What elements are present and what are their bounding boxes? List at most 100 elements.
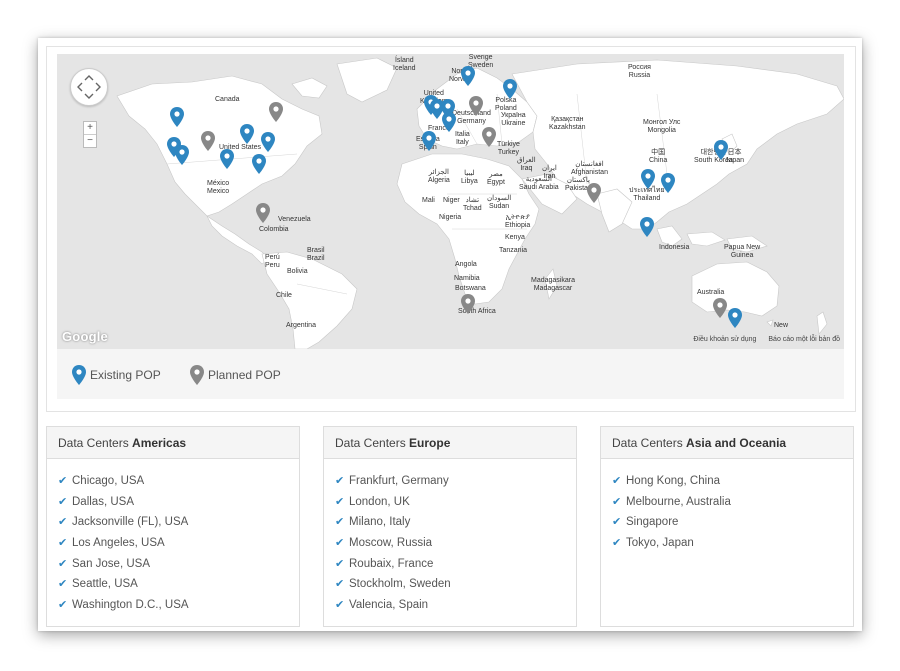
checkmark-icon: ✔	[58, 598, 68, 611]
datacenter-list-item: ✔ Seattle, USA	[58, 574, 299, 595]
existing-pop-marker-icon[interactable]	[728, 308, 742, 328]
datacenter-location: Moscow, Russia	[349, 537, 433, 550]
map-label-native: السعودية	[525, 176, 552, 183]
checkmark-icon: ✔	[612, 475, 622, 488]
map-label-native: ኢትዮጵያ	[505, 214, 530, 221]
existing-pop-marker-icon[interactable]	[175, 145, 189, 165]
planned-pop-pin-icon	[190, 365, 204, 385]
map-label-native: ليبيا	[464, 170, 475, 177]
zoom-out-button[interactable]: −	[84, 135, 96, 147]
map-label-english: Iceland	[393, 65, 416, 72]
map-pan-control[interactable]	[70, 68, 108, 106]
map-label-native: Papua New	[724, 244, 761, 251]
map-legend: Existing POP Planned POP	[57, 349, 844, 399]
planned-pop-marker-icon[interactable]	[713, 298, 727, 318]
google-logo[interactable]: Google	[62, 329, 108, 344]
planned-pop-marker-icon[interactable]	[587, 183, 601, 203]
map-country-label: Indonesia	[659, 244, 689, 252]
map-country-label: Colombia	[259, 226, 289, 234]
datacenter-location: Seattle, USA	[72, 578, 138, 591]
existing-pop-marker-icon[interactable]	[461, 66, 475, 86]
datacenter-list-item: ✔ Tokyo, Japan	[612, 533, 853, 554]
planned-pop-marker-icon[interactable]	[482, 127, 496, 147]
map-country-label: México Mexico	[207, 180, 229, 196]
existing-pop-marker-icon[interactable]	[661, 173, 675, 193]
panel-title-prefix: Data Centers	[58, 436, 133, 450]
existing-pop-marker-icon[interactable]	[261, 132, 275, 152]
planned-pop-marker-icon[interactable]	[256, 203, 270, 223]
planned-pop-marker-icon[interactable]	[201, 131, 215, 151]
planned-pop-marker-icon[interactable]	[461, 294, 475, 314]
planned-pop-marker-icon[interactable]	[469, 96, 483, 116]
existing-pop-marker-icon[interactable]	[714, 140, 728, 160]
datacenters-americas-panel: Data Centers Americas ✔ Chicago, USA ✔ Dall…	[46, 426, 300, 627]
panel-title-region: Europe	[409, 436, 451, 450]
panel-title-prefix: Data Centers	[335, 436, 410, 450]
map-country-label: الجزائر Algeria	[428, 169, 450, 185]
map-country-label: Türkiye Turkey	[497, 141, 520, 157]
datacenters-americas-title: Data Centers Americas	[47, 427, 299, 459]
existing-pop-pin-icon	[72, 365, 86, 385]
map-label-native: Bolivia	[287, 268, 308, 275]
map-country-label: Italia Italy	[455, 131, 470, 147]
map-label-english: Madagascar	[533, 285, 573, 292]
map-label-english: Brazil	[307, 255, 325, 262]
pan-arrows-icon[interactable]	[71, 69, 107, 105]
map-country-label: Canada	[215, 96, 240, 104]
panel-title-region: Americas	[132, 436, 187, 450]
map-label-native: Ísland	[394, 57, 414, 64]
map-label-english: Ethiopia	[505, 222, 531, 229]
datacenter-list-item: ✔ Valencia, Spain	[335, 595, 576, 616]
map-report-error-link[interactable]: Báo cáo một lỗi bản đồ	[768, 336, 840, 343]
datacenter-location: Chicago, USA	[72, 475, 145, 488]
map-label-english: Algeria	[428, 177, 450, 184]
datacenter-location: Stockholm, Sweden	[349, 578, 451, 591]
map-country-label: Australia	[697, 289, 724, 297]
map-label-native: Argentina	[286, 322, 316, 329]
existing-pop-marker-icon[interactable]	[240, 124, 254, 144]
map-label-native: Indonesia	[659, 244, 690, 251]
map-label-native: افغانستان	[575, 161, 604, 168]
datacenter-location: Hong Kong, China	[626, 475, 720, 488]
map-label-native: Canada	[215, 96, 240, 103]
map-country-label: Kenya	[505, 234, 525, 242]
map-country-label: Tanzania	[499, 247, 527, 255]
datacenter-list-item: ✔ Washington D.C., USA	[58, 595, 299, 616]
datacenter-list-item: ✔ Hong Kong, China	[612, 471, 853, 492]
datacenter-location: Singapore	[626, 516, 679, 529]
map-label-native: العراق	[517, 157, 536, 164]
existing-pop-marker-icon[interactable]	[640, 217, 654, 237]
datacenter-list-item: ✔ Dallas, USA	[58, 492, 299, 513]
datacenter-list-item: ✔ London, UK	[335, 492, 576, 513]
map-country-label: Nigeria	[439, 214, 461, 222]
datacenter-location: Tokyo, Japan	[626, 537, 694, 550]
map-terms-link[interactable]: Điều khoản sử dụng	[693, 336, 756, 343]
map-label-english: Germany	[457, 118, 486, 125]
map-label-native: مصر	[489, 171, 503, 178]
datacenter-list-item: ✔ Moscow, Russia	[335, 533, 576, 554]
checkmark-icon: ✔	[335, 516, 345, 529]
checkmark-icon: ✔	[335, 495, 345, 508]
world-map[interactable]: Ísland Iceland Sverige Sweden Norge Norway Рос…	[57, 54, 844, 349]
existing-pop-marker-icon[interactable]	[170, 107, 184, 127]
datacenter-location: Dallas, USA	[72, 495, 134, 508]
datacenter-location: Frankfurt, Germany	[349, 475, 449, 488]
map-label-english: Ukraine	[501, 120, 526, 127]
datacenters-europe-list: ✔ Frankfurt, Germany ✔ London, UK ✔ Milano, I…	[324, 459, 576, 615]
existing-pop-marker-icon[interactable]	[503, 79, 517, 99]
map-country-label: Россия Russia	[628, 64, 651, 80]
existing-pop-marker-icon[interactable]	[252, 154, 266, 174]
existing-pop-marker-icon[interactable]	[442, 112, 456, 132]
zoom-in-button[interactable]: +	[84, 122, 96, 134]
map-country-label: ประเทศไทย Thailand	[629, 187, 665, 203]
existing-pop-marker-icon[interactable]	[422, 131, 436, 151]
map-label-native: Brasil	[307, 247, 325, 254]
datacenter-list-item: ✔ Milano, Italy	[335, 512, 576, 533]
existing-pop-marker-icon[interactable]	[641, 169, 655, 189]
checkmark-icon: ✔	[612, 516, 622, 529]
planned-pop-marker-icon[interactable]	[269, 102, 283, 122]
page-card: Ísland Iceland Sverige Sweden Norge Norway Рос…	[38, 38, 862, 631]
map-label-english: Libya	[461, 178, 478, 185]
existing-pop-marker-icon[interactable]	[220, 149, 234, 169]
map-label-english: Thailand	[633, 195, 661, 202]
